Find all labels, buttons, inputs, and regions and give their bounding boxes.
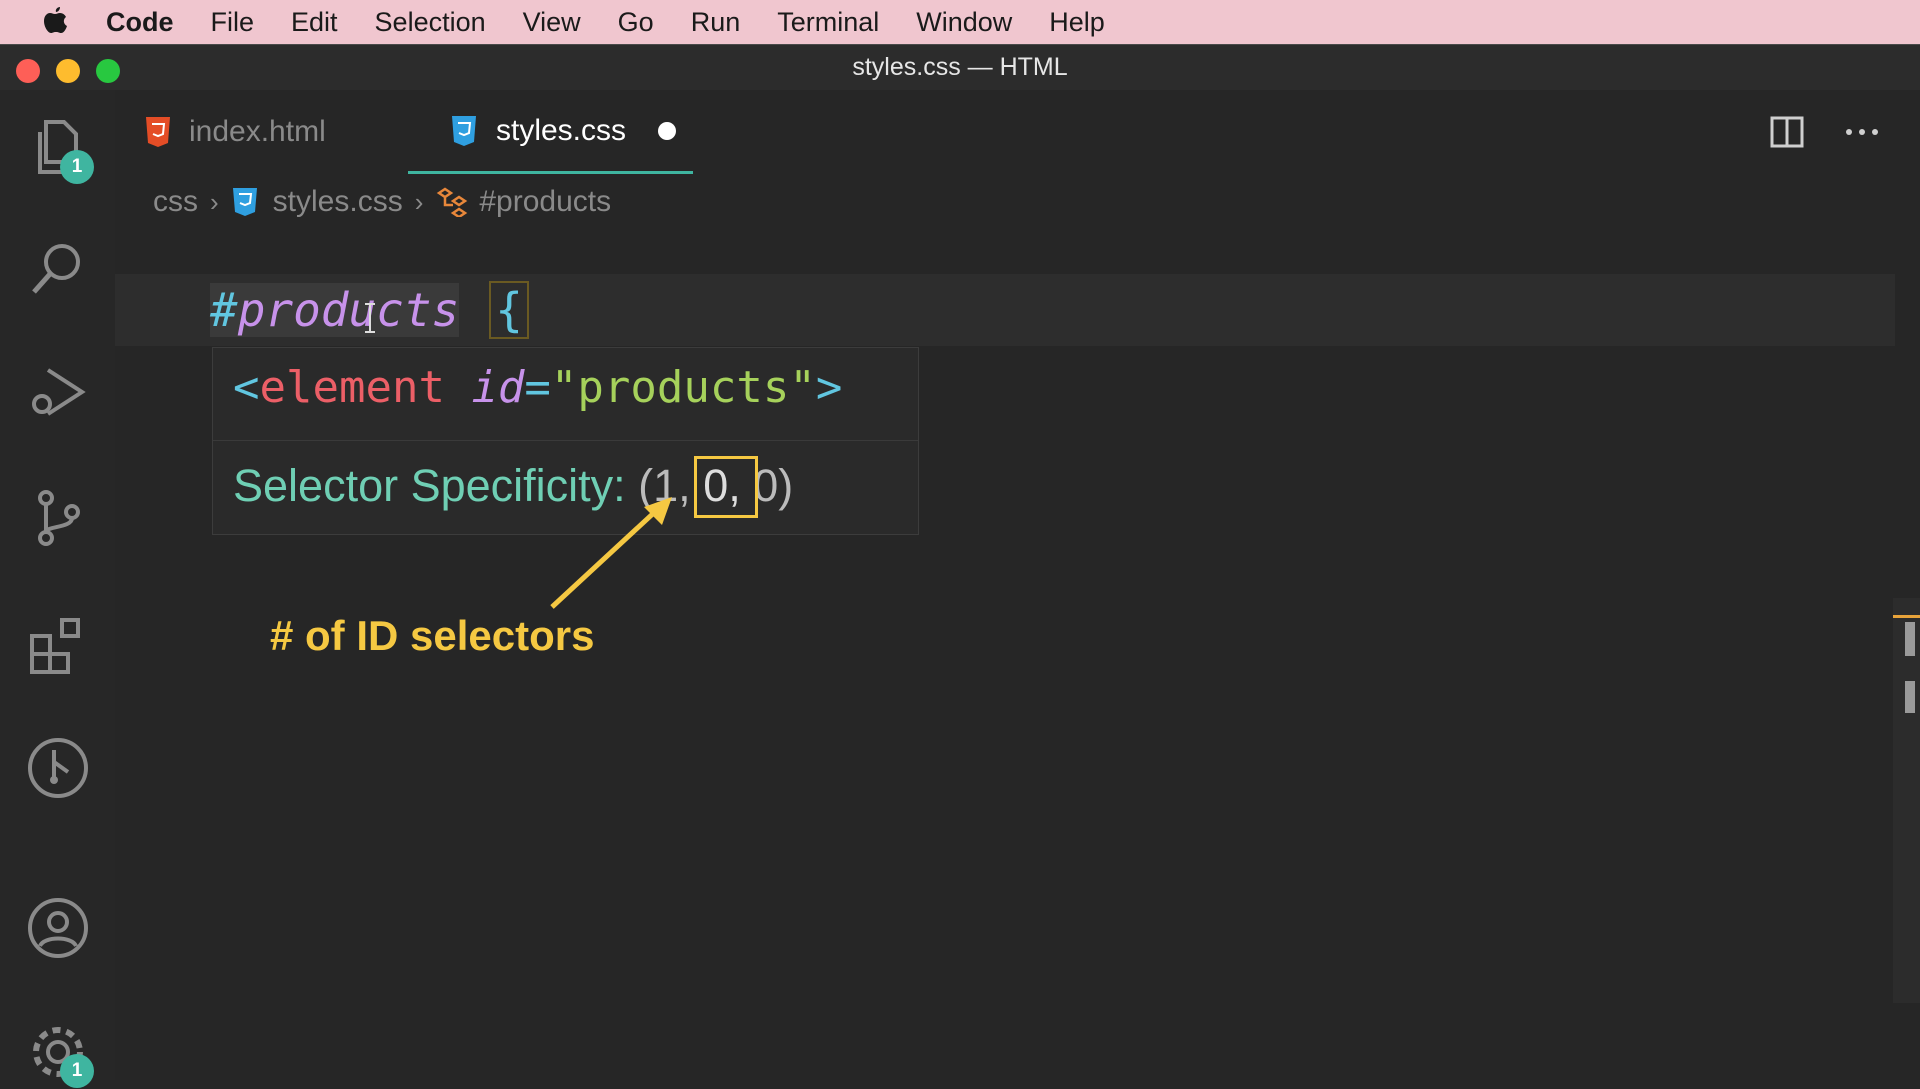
activity-bar: 1 1 [0, 90, 115, 1088]
annotation-arrow-icon [550, 497, 672, 609]
open-brace: { [489, 281, 529, 339]
menu-window[interactable]: Window [916, 7, 1012, 38]
explorer-badge: 1 [60, 150, 94, 184]
text-cursor-icon [365, 303, 375, 333]
hover-divider [213, 440, 918, 441]
selector-hash: # [210, 283, 238, 337]
unsaved-dot-icon[interactable] [658, 121, 677, 140]
breadcrumb-file[interactable]: styles.css [273, 185, 403, 219]
menu-help[interactable]: Help [1049, 7, 1105, 38]
css3-icon [232, 188, 257, 216]
menu-terminal[interactable]: Terminal [777, 7, 879, 38]
tab-bar: index.html styles.css [115, 90, 1920, 174]
menu-go[interactable]: Go [618, 7, 654, 38]
selector-name: products [237, 283, 460, 337]
settings-badge: 1 [60, 1054, 94, 1088]
menu-app-name[interactable]: Code [106, 7, 174, 38]
ruler-marker [1905, 622, 1915, 656]
menu-bar: Code File Edit Selection View Go Run Ter… [0, 0, 1920, 44]
breadcrumb: css › styles.css › #products [153, 180, 611, 224]
annotation-label: # of ID selectors [270, 612, 595, 659]
css3-icon [452, 115, 476, 146]
menu-view[interactable]: View [523, 7, 581, 38]
run-debug-icon[interactable] [26, 360, 90, 424]
window-title: styles.css — HTML [852, 53, 1068, 81]
menu-file[interactable]: File [211, 7, 255, 38]
apple-icon[interactable] [40, 5, 70, 39]
tab-label: styles.css [496, 113, 627, 147]
html5-icon [146, 117, 170, 147]
account-icon[interactable] [26, 896, 90, 960]
tab-label: index.html [189, 115, 326, 148]
more-actions-icon[interactable] [1845, 128, 1879, 136]
ruler-marker [1905, 681, 1915, 713]
gear-icon[interactable]: 1 [26, 1020, 94, 1088]
extensions-icon[interactable] [26, 612, 90, 676]
highlight-box [694, 456, 758, 518]
menu-selection[interactable]: Selection [375, 7, 486, 38]
overview-ruler[interactable] [1893, 598, 1920, 1003]
chevron-right-icon: › [210, 186, 219, 217]
breadcrumb-symbol[interactable]: #products [479, 185, 611, 219]
ruler-marker [1893, 615, 1920, 618]
tab-styles-css[interactable]: styles.css [408, 90, 693, 174]
chevron-right-icon: › [414, 186, 424, 217]
git-graph-icon[interactable] [26, 736, 90, 800]
window-title-bar: styles.css — HTML [0, 44, 1920, 91]
split-editor-icon[interactable] [1770, 116, 1804, 148]
tab-index-html[interactable]: index.html [145, 90, 415, 174]
hover-element-preview: <element id="products"> [233, 362, 843, 413]
symbol-class-icon [437, 187, 468, 217]
search-icon[interactable] [26, 238, 90, 302]
files-icon[interactable]: 1 [26, 116, 94, 184]
breadcrumb-folder[interactable]: css [153, 185, 198, 219]
menu-edit[interactable]: Edit [291, 7, 338, 38]
source-control-icon[interactable] [26, 486, 90, 550]
menu-run[interactable]: Run [691, 7, 741, 38]
